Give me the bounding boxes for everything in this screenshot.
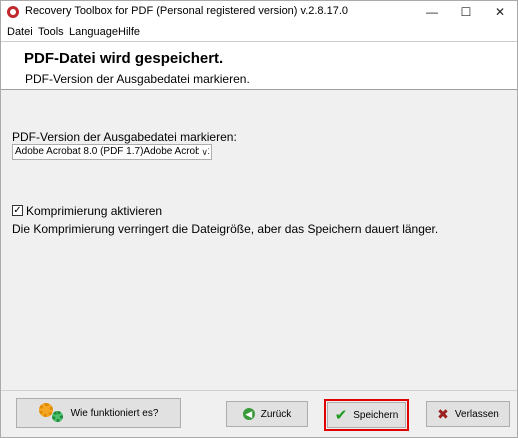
help-button[interactable]: Wie funktioniert es? [16,398,181,428]
pdf-version-value: Adobe Acrobat 8.0 (PDF 1.7)Adobe Acrobat… [15,146,211,157]
close-button[interactable]: ✕ [483,1,517,23]
exit-button-label: Verlassen [454,408,499,420]
back-arrow-icon: ◀ [242,408,255,420]
window-title: Recovery Toolbox for PDF (Personal regis… [25,5,349,17]
gear-orange [38,403,53,417]
maximize-button[interactable]: ☐ [449,1,483,23]
compression-label[interactable]: Komprimierung aktivieren [26,204,162,218]
title-bar: Recovery Toolbox for PDF (Personal regis… [1,1,517,23]
back-button-label: Zurück [260,408,292,420]
chevron-down-icon: ∨ [199,145,208,159]
gear-green [51,411,63,422]
compression-description: Die Komprimierung verringert die Dateigr… [12,222,439,236]
menu-datei[interactable]: Datei [7,26,33,38]
step-header: PDF-Datei wird gespeichert. PDF-Version … [1,42,517,90]
exit-button[interactable]: ✖ Verlassen [426,401,510,427]
checkmark-icon: ✔ [334,406,348,424]
back-button[interactable]: ◀ Zurück [226,401,308,427]
menu-tools[interactable]: Tools [38,26,64,38]
version-label: PDF-Version der Ausgabedatei markieren: [12,130,237,144]
save-button[interactable]: ✔ Speichern [327,402,406,428]
close-x-icon: ✖ [437,406,449,422]
app-logo-icon [7,6,19,18]
compression-checkbox[interactable]: ✓ [12,205,23,216]
page-title: PDF-Datei wird gespeichert. [24,50,224,67]
gears-icon [38,403,65,423]
menu-bar: Datei Tools Language Hilfe [1,23,517,42]
help-button-label: Wie funktioniert es? [70,407,159,419]
page-subtitle: PDF-Version der Ausgabedatei markieren. [25,72,250,86]
menu-language[interactable]: Language [69,26,118,38]
app-window: Recovery Toolbox for PDF (Personal regis… [0,0,518,438]
menu-hilfe[interactable]: Hilfe [118,26,140,38]
save-button-label: Speichern [353,409,399,421]
minimize-button[interactable]: — [415,1,449,23]
pdf-version-select[interactable]: Adobe Acrobat 8.0 (PDF 1.7)Adobe Acrobat… [12,144,212,160]
